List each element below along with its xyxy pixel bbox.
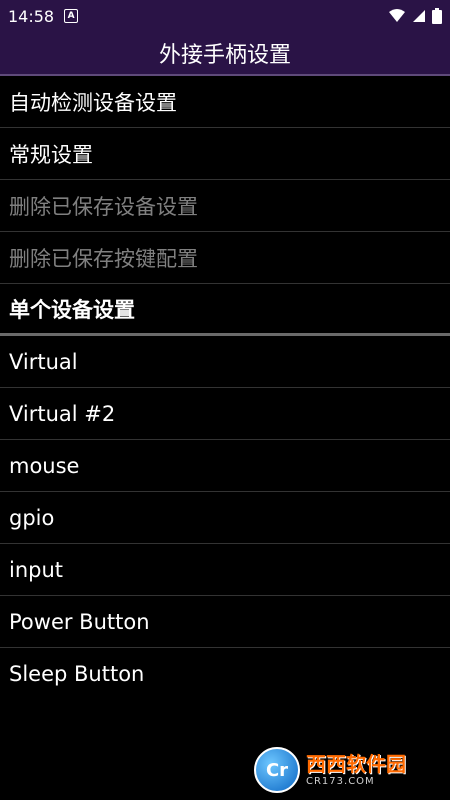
auto-detect-settings-item[interactable]: 自动检测设备设置 (0, 76, 450, 128)
signal-icon (413, 10, 425, 22)
status-bar: 14:58 A (0, 0, 450, 32)
device-item-power-button[interactable]: Power Button (0, 596, 450, 648)
device-item-input[interactable]: input (0, 544, 450, 596)
list-item-label: gpio (9, 505, 55, 530)
wifi-icon (389, 9, 405, 22)
list-item-label: 自动检测设备设置 (9, 90, 177, 115)
watermark: Cr 西西软件园 CR173.COM (254, 746, 434, 794)
watermark-text: 西西软件园 CR173.COM (306, 754, 406, 787)
general-settings-item[interactable]: 常规设置 (0, 128, 450, 180)
status-left: 14:58 A (8, 6, 79, 26)
settings-list: 自动检测设备设置 常规设置 删除已保存设备设置 删除已保存按键配置 单个设备设置… (0, 76, 450, 700)
list-item-label: Power Button (9, 609, 150, 634)
page-title: 外接手柄设置 (158, 43, 291, 68)
list-item-label: 删除已保存按键配置 (9, 246, 198, 271)
status-time: 14:58 (8, 6, 55, 26)
list-item-label: Virtual #2 (9, 401, 116, 426)
watermark-logo: Cr (254, 747, 300, 793)
status-right (388, 8, 442, 24)
list-item-label: mouse (9, 453, 80, 478)
list-item-label: input (9, 557, 64, 582)
watermark-sub: CR173.COM (306, 775, 375, 787)
list-item-label: Virtual (9, 349, 78, 374)
notification-icon: A (64, 9, 79, 23)
watermark-main: 西西软件园 (306, 751, 406, 776)
delete-saved-device-settings-item: 删除已保存设备设置 (0, 180, 450, 232)
single-device-settings-header: 单个设备设置 (0, 284, 450, 336)
battery-icon (432, 8, 442, 24)
list-item-label: 删除已保存设备设置 (9, 194, 198, 219)
list-item-label: 常规设置 (9, 142, 93, 167)
title-bar: 外接手柄设置 (0, 32, 450, 76)
section-header-label: 单个设备设置 (9, 297, 135, 322)
delete-saved-key-config-item: 删除已保存按键配置 (0, 232, 450, 284)
device-item-virtual[interactable]: Virtual (0, 336, 450, 388)
device-item-mouse[interactable]: mouse (0, 440, 450, 492)
device-item-sleep-button[interactable]: Sleep Button (0, 648, 450, 700)
device-item-gpio[interactable]: gpio (0, 492, 450, 544)
device-item-virtual-2[interactable]: Virtual #2 (0, 388, 450, 440)
list-item-label: Sleep Button (9, 662, 145, 686)
